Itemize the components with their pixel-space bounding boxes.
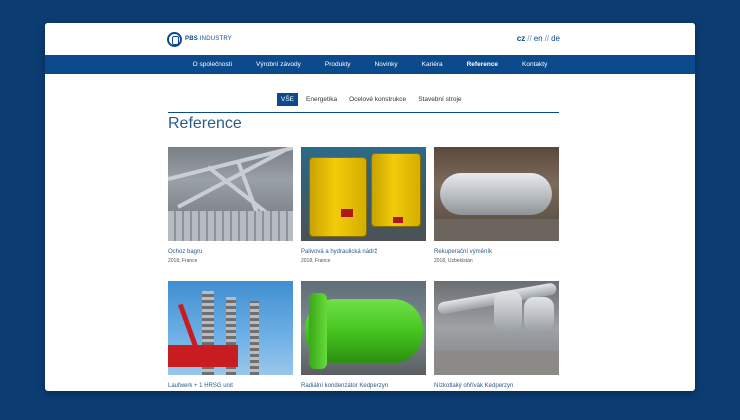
top-bar: PBS INDUSTRY cz // en // de: [45, 23, 695, 55]
language-switcher: cz // en // de: [517, 34, 560, 43]
reference-title[interactable]: Radiální kondenzátor Kedperzyn: [301, 383, 426, 389]
browser-window: PBS INDUSTRY cz // en // de O společnost…: [45, 23, 695, 391]
reference-title[interactable]: Rekuperační výměník: [434, 249, 559, 255]
page-title: Reference: [168, 115, 242, 132]
filter-stavebni-stroje[interactable]: Stavební stroje: [414, 93, 465, 106]
reference-meta: 2018, France: [168, 258, 198, 264]
reference-image[interactable]: [168, 147, 293, 241]
reference-title[interactable]: Ochoz bagru: [168, 249, 293, 255]
nav-item-vyrobni-zavody[interactable]: Výrobní závody: [244, 55, 313, 74]
logo-mark-icon: [167, 31, 182, 47]
reference-image[interactable]: [434, 281, 559, 375]
filter-all[interactable]: VŠE: [277, 93, 299, 106]
lang-separator: //: [544, 34, 550, 43]
nav-item-reference[interactable]: Reference: [455, 55, 510, 74]
reference-image[interactable]: [168, 281, 293, 375]
nav-item-o-spolecnosti[interactable]: O společnosti: [181, 55, 244, 74]
nav-item-novinky[interactable]: Novinky: [363, 55, 410, 74]
title-divider: [168, 112, 559, 113]
reference-card[interactable]: Radiální kondenzátor Kedperzyn: [301, 281, 426, 391]
reference-title[interactable]: Palivová a hydraulická nádrž: [301, 249, 426, 255]
lang-en[interactable]: en: [534, 34, 543, 43]
filter-energetika[interactable]: Energetika: [302, 93, 341, 106]
reference-meta: 2018, France: [301, 258, 331, 264]
reference-card[interactable]: Laufwerk + 1 HRSG unit: [168, 281, 293, 391]
main-nav: O společnosti Výrobní závody Produkty No…: [45, 55, 695, 74]
reference-title[interactable]: Nízkotlaký ohřívák Kedperzyn: [434, 383, 559, 389]
lang-cz[interactable]: cz: [517, 34, 525, 43]
filter-ocelove-konstrukce[interactable]: Ocelové konstrukce: [345, 93, 410, 106]
lang-separator: //: [527, 34, 532, 43]
nav-item-kariera[interactable]: Kariéra: [410, 55, 455, 74]
reference-card[interactable]: Ochoz bagru 2018, France: [168, 147, 293, 264]
reference-meta: 2018, Uzbekistán: [434, 258, 473, 264]
reference-image[interactable]: [434, 147, 559, 241]
nav-item-produkty[interactable]: Produkty: [313, 55, 363, 74]
reference-card[interactable]: Rekuperační výměník 2018, Uzbekistán: [434, 147, 559, 264]
reference-card[interactable]: Nízkotlaký ohřívák Kedperzyn: [434, 281, 559, 391]
reference-image[interactable]: [301, 147, 426, 241]
reference-image[interactable]: [301, 281, 426, 375]
logo-text: PBS INDUSTRY: [185, 36, 232, 42]
logo[interactable]: PBS INDUSTRY: [167, 31, 232, 47]
reference-card[interactable]: Palivová a hydraulická nádrž 2018, Franc…: [301, 147, 426, 264]
reference-filters: VŠE Energetika Ocelové konstrukce Staveb…: [277, 93, 466, 106]
nav-item-kontakty[interactable]: Kontakty: [510, 55, 559, 74]
reference-title[interactable]: Laufwerk + 1 HRSG unit: [168, 383, 293, 389]
lang-de[interactable]: de: [551, 34, 560, 43]
